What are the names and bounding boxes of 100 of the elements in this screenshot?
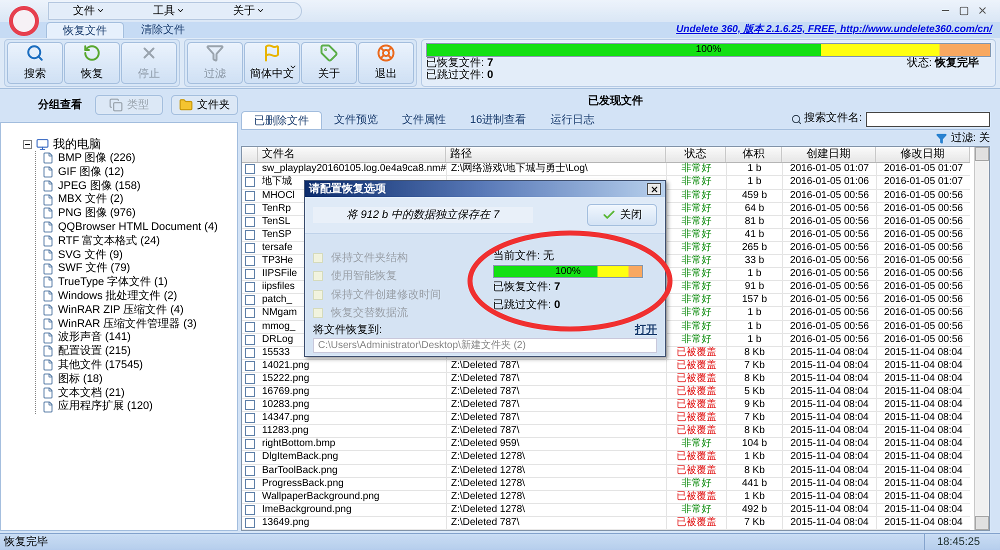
- open-link[interactable]: 打开: [635, 322, 657, 338]
- table-cell: 14021.png: [262, 360, 310, 371]
- row-checkbox[interactable]: [245, 177, 255, 188]
- destination-field[interactable]: C:\Users\Administrator\Desktop\新建文件夹 (2): [313, 338, 657, 353]
- ribbon-button[interactable]: 关于: [301, 42, 357, 84]
- file-icon: [42, 318, 54, 330]
- close-button[interactable]: [647, 183, 661, 195]
- row-checkbox[interactable]: [245, 190, 255, 201]
- search-field[interactable]: [866, 112, 990, 128]
- table-cell: 1 b: [726, 334, 782, 346]
- ribbon-button[interactable]: 搜索: [7, 42, 63, 84]
- column-header[interactable]: 修改日期: [876, 147, 970, 162]
- ribbon-tab[interactable]: 恢复文件: [46, 22, 124, 38]
- table-cell: Z:\Deleted 1278\: [446, 451, 666, 464]
- row-checkbox[interactable]: [245, 282, 255, 292]
- tree-item[interactable]: TrueType 字体文件 (1): [58, 274, 168, 291]
- maximize-icon[interactable]: [959, 6, 969, 16]
- row-checkbox[interactable]: [245, 386, 255, 397]
- row-checkbox[interactable]: [245, 204, 255, 214]
- folder-icon: [178, 98, 193, 112]
- menu-item[interactable]: 工具: [129, 2, 209, 20]
- column-header[interactable]: 状态: [666, 147, 726, 162]
- tree-item[interactable]: 应用程序扩展 (120): [58, 398, 153, 415]
- column-header[interactable]: 创建日期: [782, 147, 876, 162]
- row-checkbox[interactable]: [245, 164, 255, 174]
- row-checkbox[interactable]: [245, 360, 255, 371]
- row-checkbox[interactable]: [245, 492, 255, 502]
- row-checkbox[interactable]: [245, 426, 255, 436]
- row-checkbox[interactable]: [245, 452, 255, 462]
- file-icon: [42, 373, 54, 386]
- tab[interactable]: 文件预览: [322, 111, 390, 130]
- table-cell: 2016-01-05 00:56: [782, 307, 876, 320]
- row-checkbox[interactable]: [245, 295, 255, 306]
- row-checkbox[interactable]: [245, 230, 255, 240]
- table-cell: 2016-01-05 00:56: [782, 202, 876, 215]
- row-checkbox[interactable]: [245, 308, 255, 318]
- status-cell: 非常好: [682, 478, 712, 490]
- group-button[interactable]: 文件夹: [170, 95, 238, 116]
- table-cell: 地下城: [262, 176, 292, 188]
- tab[interactable]: 运行日志: [538, 111, 606, 130]
- file-icon: [42, 304, 54, 316]
- tab[interactable]: 16进制查看: [458, 111, 538, 130]
- status-cell: 已被覆盖: [676, 425, 716, 438]
- row-checkbox[interactable]: [245, 413, 255, 424]
- file-icon: [42, 180, 54, 192]
- column-header[interactable]: 体积: [726, 147, 782, 162]
- row-checkbox[interactable]: [245, 439, 255, 450]
- tree-item[interactable]: 波形声音 (141): [58, 329, 131, 346]
- tree-item[interactable]: 我的电脑: [53, 137, 101, 152]
- row-checkbox[interactable]: [245, 322, 255, 332]
- table-cell: BarToolBack.png: [262, 464, 338, 476]
- table-cell: 2016-01-05 00:56: [876, 334, 970, 346]
- row-checkbox[interactable]: [245, 466, 255, 476]
- table-cell: 2016-01-05 00:56: [782, 242, 876, 254]
- table-cell: 2016-01-05 01:07: [876, 176, 970, 189]
- row-checkbox[interactable]: [245, 504, 255, 515]
- menu-item[interactable]: 关于: [209, 2, 289, 20]
- row-checkbox[interactable]: [245, 216, 255, 227]
- row-checkbox[interactable]: [245, 334, 255, 345]
- tree-item[interactable]: WinRAR ZIP 压缩文件 (4): [58, 302, 184, 318]
- website-link[interactable]: Undelete 360, 版本 2.1.6.25, FREE, http://www.undelete360.com/cn/: [676, 22, 1000, 38]
- tree-item[interactable]: Windows 批处理文件 (2): [58, 288, 178, 304]
- table-cell: DRLog: [262, 334, 294, 345]
- table-cell: 2016-01-05 00:56: [876, 268, 970, 280]
- close-dialog-button[interactable]: 关闭: [587, 204, 657, 226]
- collapse-toggle[interactable]: [23, 140, 32, 149]
- table-cell: tersafe: [262, 242, 293, 253]
- column-header[interactable]: 文件名: [258, 147, 446, 162]
- tab[interactable]: 文件属性: [390, 111, 458, 130]
- status-cell: 已被覆盖: [676, 451, 716, 464]
- table-cell: 1 b: [726, 307, 782, 320]
- file-icon: [42, 290, 54, 302]
- column-header[interactable]: 路径: [446, 147, 666, 162]
- table-cell: Z:\Deleted 787\: [446, 516, 666, 529]
- row-checkbox[interactable]: [245, 374, 255, 384]
- tree-item[interactable]: 图标 (18): [58, 370, 103, 388]
- table-cell: 2016-01-05 00:56: [876, 242, 970, 254]
- row-checkbox[interactable]: [245, 400, 255, 410]
- row-checkbox[interactable]: [245, 242, 255, 253]
- row-checkbox[interactable]: [245, 478, 255, 489]
- table-cell: 11283.png: [262, 425, 309, 436]
- menu-item[interactable]: 文件: [49, 2, 129, 20]
- row-checkbox[interactable]: [245, 348, 255, 358]
- row-checkbox[interactable]: [245, 269, 255, 280]
- close-icon[interactable]: [977, 5, 988, 16]
- ribbon-button[interactable]: 簡体中文: [244, 42, 300, 84]
- table-cell: Z:\Deleted 1278\: [446, 504, 666, 516]
- tab[interactable]: 已删除文件: [241, 111, 322, 130]
- tree-item[interactable]: PNG 图像 (976): [58, 205, 136, 222]
- status-cell: 非常好: [682, 334, 712, 346]
- ribbon-button[interactable]: 退出: [358, 42, 414, 84]
- row-checkbox[interactable]: [245, 256, 255, 266]
- table-cell: 2016-01-05 01:07: [876, 163, 970, 176]
- status-cell: 非常好: [682, 438, 712, 450]
- row-checkbox[interactable]: [245, 518, 255, 528]
- table-cell: TenRp: [262, 202, 291, 214]
- ribbon-tab[interactable]: 清除文件: [124, 22, 202, 38]
- ribbon-button[interactable]: 恢复: [64, 42, 120, 84]
- table-cell: TenSL: [262, 216, 290, 227]
- restore-icon: [83, 44, 101, 62]
